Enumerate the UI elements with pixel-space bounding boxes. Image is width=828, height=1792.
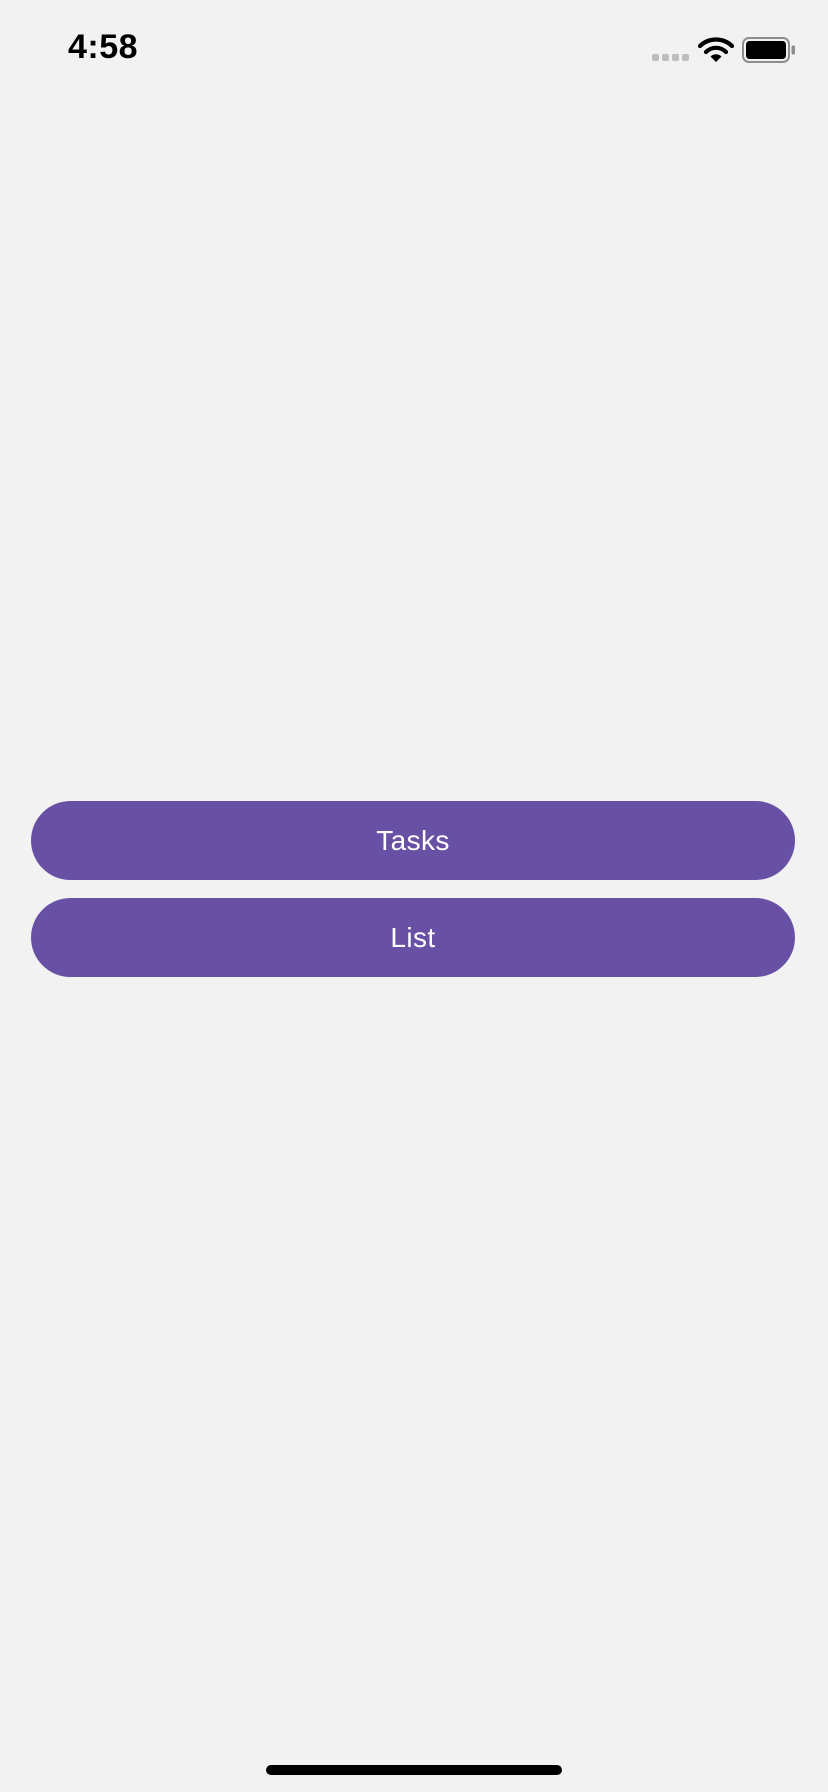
list-button[interactable]: List <box>31 898 795 977</box>
signal-icon <box>652 54 692 62</box>
home-indicator[interactable] <box>266 1765 562 1775</box>
signal-bar <box>662 54 669 61</box>
wifi-icon <box>698 37 734 62</box>
status-bar: 4:58 <box>0 0 828 100</box>
tasks-button[interactable]: Tasks <box>31 801 795 880</box>
signal-bar <box>652 54 659 61</box>
battery-icon <box>742 37 795 63</box>
status-time: 4:58 <box>68 28 139 66</box>
signal-bar <box>682 54 689 61</box>
menu-buttons: Tasks List <box>31 801 795 977</box>
signal-bar <box>672 54 679 61</box>
